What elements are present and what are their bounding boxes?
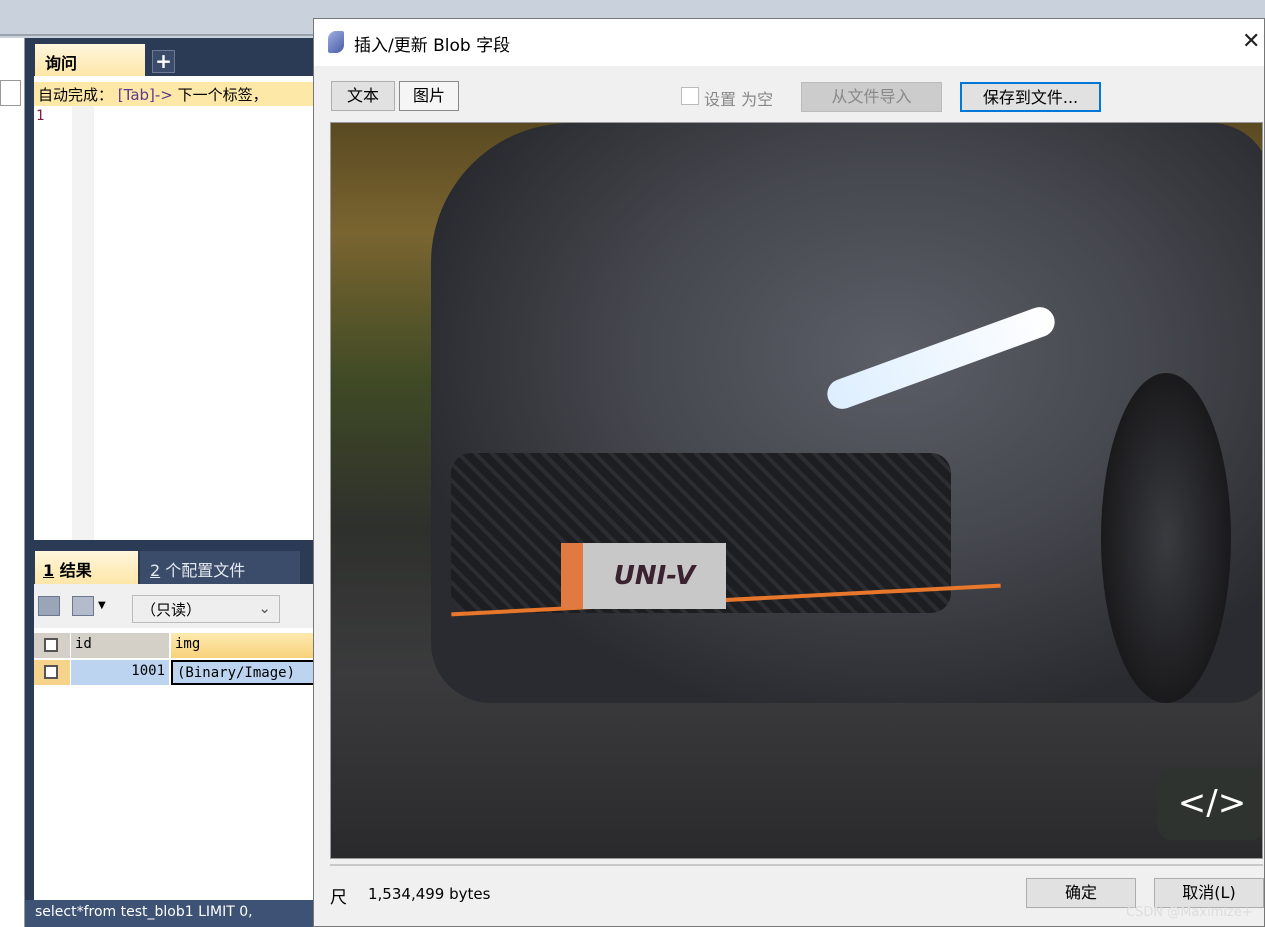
- blob-dialog: 插入/更新 Blob 字段 ✕ 文本 图片 设置 为空 从文件导入 保存到文件.…: [313, 18, 1265, 927]
- add-tab-button[interactable]: +: [152, 50, 175, 73]
- save-to-file-button[interactable]: 保存到文件...: [960, 82, 1101, 112]
- text-tab-button[interactable]: 文本: [331, 81, 395, 111]
- autocomplete-hint: 自动完成： [Tab]-> 下一个标签，: [34, 82, 315, 106]
- select-all-checkbox[interactable]: [44, 638, 58, 652]
- column-header-img[interactable]: img: [171, 633, 321, 658]
- cancel-button[interactable]: 取消(L): [1154, 878, 1264, 908]
- readonly-select-value: （只读）: [141, 601, 202, 619]
- hint-prefix: 自动完成：: [38, 86, 114, 104]
- watermark: CSDN @Maximize+: [1126, 905, 1253, 920]
- tab-profiles[interactable]: 2 个配置文件: [140, 551, 300, 584]
- query-tab-label: 询问: [45, 54, 78, 73]
- dialog-titlebar: 插入/更新 Blob 字段 ✕: [314, 19, 1264, 66]
- readonly-select[interactable]: （只读） ⌄: [132, 595, 280, 623]
- chevron-down-icon[interactable]: ▼: [98, 600, 106, 611]
- car-wheel: [1101, 373, 1231, 703]
- row-selector[interactable]: [34, 660, 70, 685]
- hint-key: [Tab]->: [117, 86, 173, 104]
- hint-suffix: 下一个标签，: [172, 86, 268, 104]
- cell-id[interactable]: 1001: [71, 660, 169, 685]
- left-pane: [0, 38, 25, 927]
- chevron-down-icon: ⌄: [258, 599, 271, 617]
- set-null-checkbox[interactable]: [681, 87, 699, 105]
- tab-results-label: 结果: [54, 561, 92, 580]
- line-number: 1: [36, 108, 45, 124]
- column-header-id[interactable]: id: [71, 633, 169, 658]
- blob-size: 1,534,499 bytes: [368, 885, 491, 903]
- close-button[interactable]: ✕: [1242, 29, 1260, 54]
- tab-profiles-label: 个配置文件: [160, 561, 246, 580]
- results-panel: [34, 584, 315, 900]
- ok-button[interactable]: 确定: [1026, 878, 1136, 908]
- license-plate: UNI-V: [561, 543, 726, 609]
- size-icon: 尺: [330, 888, 347, 908]
- tab-query[interactable]: 询问: [35, 44, 145, 76]
- select-all-cell[interactable]: [34, 633, 70, 658]
- code-icon[interactable]: </>: [1157, 768, 1262, 840]
- import-from-file-button[interactable]: 从文件导入: [801, 82, 942, 112]
- app-dolphin-icon: [328, 31, 344, 53]
- row-checkbox[interactable]: [44, 665, 58, 679]
- image-tab-button[interactable]: 图片: [399, 81, 459, 111]
- grid-view-icon[interactable]: [38, 596, 60, 616]
- status-bar: select*from test_blob1 LIMIT 0,: [25, 900, 315, 927]
- dialog-title: 插入/更新 Blob 字段: [354, 36, 511, 56]
- set-null-label: 设置 为空: [704, 90, 774, 109]
- form-view-icon[interactable]: [72, 596, 94, 616]
- tab-results[interactable]: 1 结果: [35, 551, 138, 584]
- left-input[interactable]: [0, 80, 21, 106]
- editor-gutter: [72, 106, 94, 540]
- blob-image-preview: UNI-V </>: [330, 122, 1263, 859]
- divider: [330, 864, 1263, 866]
- tab-profiles-num: 2: [150, 561, 161, 580]
- tab-results-num: 1: [43, 561, 55, 580]
- cell-img[interactable]: (Binary/Image): [171, 660, 321, 685]
